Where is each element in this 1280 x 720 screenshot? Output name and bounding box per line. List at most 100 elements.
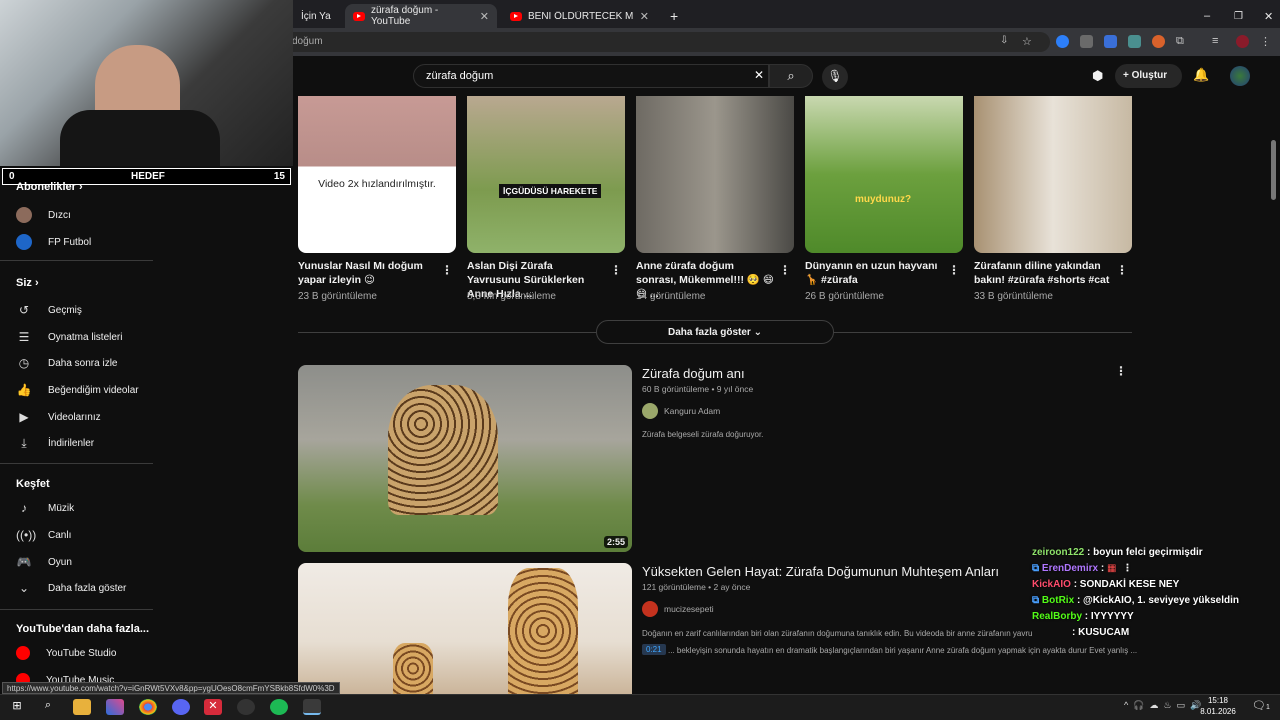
short-thumbnail[interactable] <box>636 96 794 253</box>
kebab-menu-icon[interactable]: ⋮ <box>610 263 622 277</box>
extension-icon[interactable] <box>1128 35 1141 48</box>
channel-link[interactable]: mucizesepeti <box>642 601 714 617</box>
sidebar-item-show-more[interactable]: ⌄ Daha fazla göster <box>16 581 126 595</box>
short-title[interactable]: Zürafanın diline yakından bakın! #zürafa… <box>974 259 1114 287</box>
kebab-menu-icon[interactable]: ⋮ <box>1260 35 1273 48</box>
video-description: Doğanın en zarif canlılarından biri olan… <box>642 629 1032 638</box>
short-thumbnail[interactable]: Video 2x hızlandırılmıştır. <box>298 96 456 253</box>
channel-name: mucizesepeti <box>664 604 714 614</box>
youtube-favicon-icon <box>510 11 522 21</box>
tab-zurafa-dogum[interactable]: zürafa doğum - YouTube ✕ <box>345 4 497 28</box>
chat-text: : SONDAKİ KESE NEY <box>1073 579 1180 590</box>
create-button[interactable]: + Oluştur <box>1115 64 1182 88</box>
divider <box>0 260 153 261</box>
chat-text: : boyun felci geçirmişdir <box>1087 547 1203 558</box>
spotify-icon[interactable] <box>270 699 288 715</box>
channel-avatar <box>642 601 658 617</box>
chat-message: KickAIO : SONDAKİ KESE NEY <box>1032 579 1179 590</box>
sidebar-item-live[interactable]: ((•)) Canlı <box>16 528 71 542</box>
sidebar-item-history[interactable]: ↺ Geçmiş <box>16 303 82 317</box>
chrome-active-icon[interactable] <box>303 699 321 715</box>
clear-search-icon[interactable]: ✕ <box>754 68 764 82</box>
video-thumbnail[interactable]: 2:55 <box>298 365 632 552</box>
sidebar-item-youtube-studio[interactable]: YouTube Studio <box>16 646 116 660</box>
video-thumbnail[interactable] <box>298 563 632 694</box>
sidebar-item-downloads[interactable]: ⤓ İndirilenler <box>16 436 94 451</box>
menu-lines-icon[interactable]: ≡ <box>1212 35 1225 48</box>
sidebar-item-playlists[interactable]: ☰ Oynatma listeleri <box>16 330 123 344</box>
install-icon[interactable]: ⇩ <box>1000 35 1013 48</box>
file-explorer-icon[interactable] <box>73 699 91 715</box>
extension-icon[interactable] <box>1056 35 1069 48</box>
chat-user: BotRix <box>1041 595 1075 606</box>
address-bar[interactable]: doğum <box>280 32 1050 52</box>
sidebar-item-liked[interactable]: 👍 Beğendiğim videolar <box>16 383 139 397</box>
kebab-menu-icon[interactable]: ⋮ <box>1116 263 1128 277</box>
sidebar-item-label: İndirilenler <box>48 438 95 449</box>
show-more-button[interactable]: Daha fazla göster ⌄ <box>596 320 834 344</box>
minimize-button[interactable]: – <box>1196 4 1218 28</box>
window-close-button[interactable]: ✕ <box>1256 4 1280 28</box>
chat-user: KickAIO <box>1032 579 1071 590</box>
gaming-icon: 🎮 <box>16 555 32 569</box>
notification-icon[interactable]: 🗨1 <box>1252 699 1270 712</box>
kebab-menu-icon[interactable]: ⋮ <box>1122 563 1132 574</box>
voice-search-button[interactable]: 🎙 <box>822 64 848 90</box>
short-views: 33 B görüntüleme <box>974 291 1053 302</box>
video-title[interactable]: Zürafa doğum anı <box>642 366 745 381</box>
tab-other[interactable]: BENİ ÖLDÜRTECEK MİSİN! Türk ✕ <box>502 4 657 28</box>
tab-label: zürafa doğum - YouTube <box>371 5 439 27</box>
restore-button[interactable]: ❐ <box>1226 4 1251 28</box>
kebab-menu-icon[interactable]: ⋮ <box>1115 364 1127 378</box>
kebab-menu-icon[interactable]: ⋮ <box>779 263 791 277</box>
extension-icon[interactable] <box>1104 35 1117 48</box>
sidebar-item-dizci[interactable]: Dızcı <box>16 207 71 223</box>
sidebar-item-gaming[interactable]: 🎮 Oyun <box>16 555 72 569</box>
close-icon[interactable]: ✕ <box>640 10 649 23</box>
cast-icon[interactable]: ⬢ <box>1092 68 1103 84</box>
extension-icon[interactable] <box>1152 35 1165 48</box>
tab-partial[interactable]: İçin Ya <box>293 4 343 28</box>
system-tray-icons[interactable]: ^🎧☁♨▭🔊 <box>1124 700 1206 711</box>
short-title[interactable]: Dünyanın en uzun hayvanı 🦒 #zürafa <box>805 259 945 287</box>
app-x-icon[interactable]: ✕ <box>204 699 222 715</box>
taskbar-clock[interactable]: 15:18 8.01.2026 <box>1196 695 1240 717</box>
search-input[interactable]: zürafa doğum ✕ <box>413 64 769 88</box>
discord-icon[interactable] <box>172 699 190 715</box>
bookmark-star-icon[interactable]: ☆ <box>1022 35 1035 48</box>
channel-link[interactable]: Kanguru Adam <box>642 403 720 419</box>
you-heading[interactable]: Siz › <box>16 277 39 289</box>
search-icon[interactable]: ⌕ <box>39 699 57 715</box>
sidebar-item-music[interactable]: ♪ Müzik <box>16 501 74 515</box>
windows-start-icon[interactable]: ⊞ <box>8 699 26 715</box>
copilot-icon[interactable] <box>106 699 124 715</box>
short-thumbnail[interactable] <box>974 96 1132 253</box>
sidebar-item-watch-later[interactable]: ◷ Daha sonra izle <box>16 356 118 370</box>
search-query-text: zürafa doğum <box>426 70 494 82</box>
notifications-bell-icon[interactable]: 🔔 <box>1193 67 1209 83</box>
short-thumbnail[interactable]: muydunuz? <box>805 96 963 253</box>
search-button[interactable]: ⌕ <box>769 64 813 88</box>
obs-icon[interactable] <box>237 699 255 715</box>
close-icon[interactable]: ✕ <box>480 10 489 23</box>
short-thumbnail[interactable]: İÇGÜDÜSÜ HAREKETE <box>467 96 625 253</box>
url-text: doğum <box>292 36 323 47</box>
chapter-timestamp[interactable]: 0:21 <box>642 644 666 655</box>
kebab-menu-icon[interactable]: ⋮ <box>948 263 960 277</box>
subscriptions-heading[interactable]: Abonelikler › <box>16 181 83 193</box>
clock-time: 15:18 <box>1207 696 1229 705</box>
chrome-icon[interactable] <box>139 699 157 715</box>
chat-text: : IYYYYYY <box>1084 611 1134 622</box>
extension-icon[interactable] <box>1080 35 1093 48</box>
puzzle-icon[interactable]: ⧉ <box>1176 35 1189 48</box>
sidebar-item-your-videos[interactable]: ▶ Videolarınız <box>16 410 100 424</box>
show-more-label: Daha fazla göster <box>668 327 751 338</box>
profile-avatar[interactable] <box>1236 35 1249 48</box>
page-scrollbar[interactable] <box>1271 140 1276 200</box>
kebab-menu-icon[interactable]: ⋮ <box>441 263 453 277</box>
new-tab-button[interactable]: + <box>662 4 686 28</box>
sidebar-item-fp-futbol[interactable]: FP Futbol <box>16 234 91 250</box>
account-avatar[interactable] <box>1230 66 1250 86</box>
short-title[interactable]: Yunuslar Nasıl Mı doğum yapar izleyin 😉 <box>298 259 438 287</box>
video-title[interactable]: Yüksekten Gelen Hayat: Zürafa Doğumunun … <box>642 564 999 579</box>
